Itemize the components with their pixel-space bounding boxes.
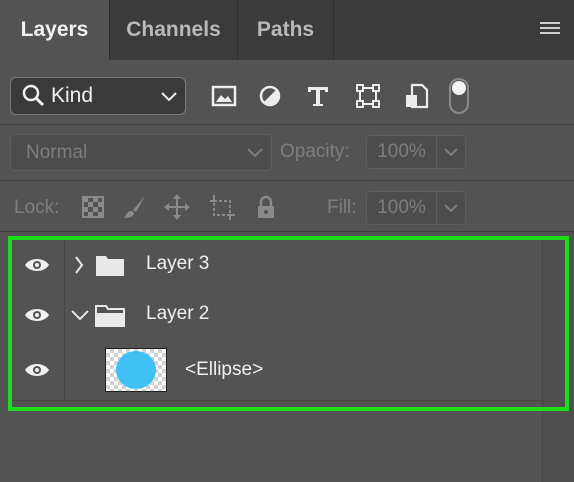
lock-image-pixels-icon[interactable] [121, 193, 149, 221]
tab-channels[interactable]: Channels [110, 0, 238, 60]
smart-object-filter-icon[interactable] [402, 82, 430, 110]
divider [0, 180, 574, 181]
fill-value: 100% [377, 197, 426, 218]
fill-label: Fill: [327, 197, 357, 218]
tab-paths-label: Paths [256, 18, 315, 41]
tab-layers[interactable]: Layers [0, 0, 110, 60]
opacity-field[interactable]: 100% [366, 135, 436, 169]
tab-layers-label: Layers [20, 18, 89, 41]
divider [0, 231, 574, 232]
fill-field[interactable]: 100% [366, 191, 436, 225]
opacity-label: Opacity: [280, 141, 350, 162]
lock-transparent-pixels-icon[interactable] [79, 193, 107, 221]
opacity-value: 100% [377, 141, 426, 162]
lock-artboard-icon[interactable] [208, 193, 236, 221]
opacity-dropdown-button[interactable] [436, 135, 466, 169]
panel-tab-bar: Layers Channels Paths [0, 0, 574, 60]
panel-menu-icon[interactable] [540, 22, 560, 36]
fill-dropdown-button[interactable] [436, 191, 466, 225]
kind-label: Kind [51, 84, 94, 107]
type-filter-icon[interactable] [304, 82, 332, 110]
tab-channels-label: Channels [126, 18, 221, 41]
blend-mode-value: Normal [26, 141, 88, 163]
chevron-down-icon [444, 147, 458, 156]
filter-toggle-switch[interactable] [449, 78, 469, 114]
adjustment-filter-icon[interactable] [256, 82, 284, 110]
image-filter-icon[interactable] [210, 82, 238, 110]
search-icon [22, 84, 45, 107]
chevron-down-icon [161, 92, 177, 102]
lock-all-icon[interactable] [252, 193, 280, 221]
blend-mode-select[interactable]: Normal [10, 134, 272, 171]
kind-filter-select[interactable]: Kind [10, 77, 186, 115]
shape-filter-icon[interactable] [354, 82, 382, 110]
lock-position-icon[interactable] [163, 193, 191, 221]
divider [0, 124, 574, 125]
chevron-down-icon [444, 203, 458, 212]
lock-label: Lock: [14, 197, 60, 218]
tab-paths[interactable]: Paths [238, 0, 334, 60]
highlight-outline [8, 236, 569, 411]
chevron-down-icon [247, 148, 263, 158]
